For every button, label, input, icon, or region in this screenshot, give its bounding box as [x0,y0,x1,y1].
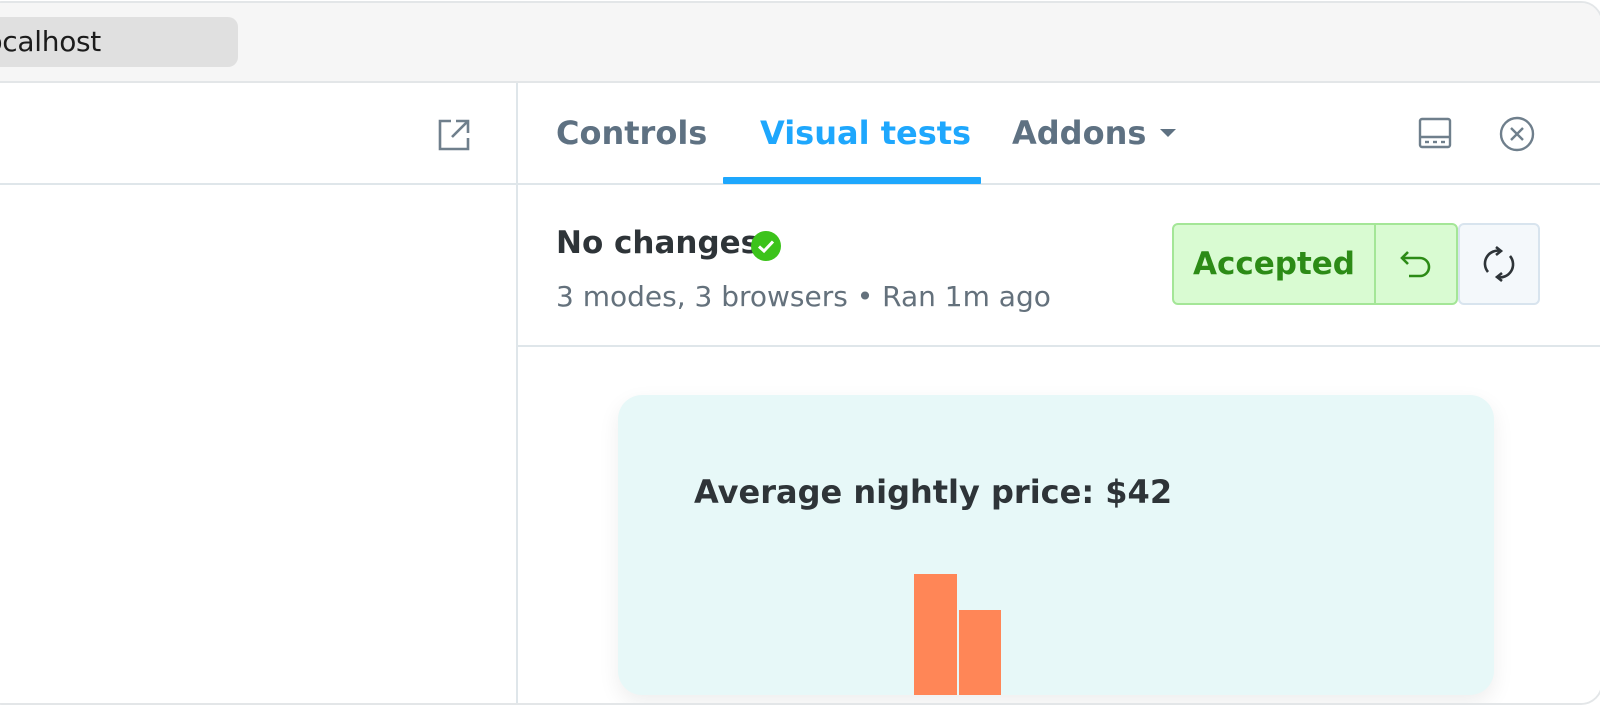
active-tab-indicator [723,177,981,184]
tab-visual-tests[interactable]: Visual tests [760,83,971,183]
address-bar[interactable]: localhost [0,17,238,67]
story-preview: Average nightly price: $42 [518,347,1600,703]
undo-icon [1400,251,1431,278]
tab-addons[interactable]: Addons [1012,83,1177,183]
tab-controls[interactable]: Controls [556,83,707,183]
tab-controls-label: Controls [556,114,708,152]
histogram-bar [914,574,957,695]
check-circle-icon [751,231,781,261]
histogram-bar [959,610,1001,695]
undo-accept-button[interactable] [1376,225,1456,303]
price-card: Average nightly price: $42 [618,395,1494,695]
canvas-toolbar [0,83,516,185]
tab-visual-tests-label: Visual tests [760,114,972,152]
address-bar-text: localhost [0,25,101,58]
tab-addons-label: Addons [1012,114,1147,152]
status-subtitle: 3 modes, 3 browsers • Ran 1m ago [556,280,1051,313]
status-title: No changes [556,225,760,261]
test-status-row: No changes 3 modes, 3 browsers • Ran 1m … [518,185,1600,347]
price-histogram [914,574,1001,695]
accepted-button-group: Accepted [1172,223,1458,305]
panel-tabs: Controls Visual tests Addons [518,83,1600,185]
accepted-button[interactable]: Accepted [1174,225,1376,303]
browser-topbar: localhost [0,3,1600,83]
canvas-pane [0,83,518,703]
external-link-icon[interactable] [436,117,472,153]
close-icon[interactable] [1498,115,1536,153]
addon-panel: Controls Visual tests Addons No changes … [518,83,1600,703]
chevron-down-icon [1160,129,1177,137]
sync-icon [1483,245,1515,283]
rerun-tests-button[interactable] [1458,223,1540,305]
panel-layout-icon[interactable] [1418,117,1452,149]
browser-window: localhost Controls Visual tests Addons [0,1,1600,705]
